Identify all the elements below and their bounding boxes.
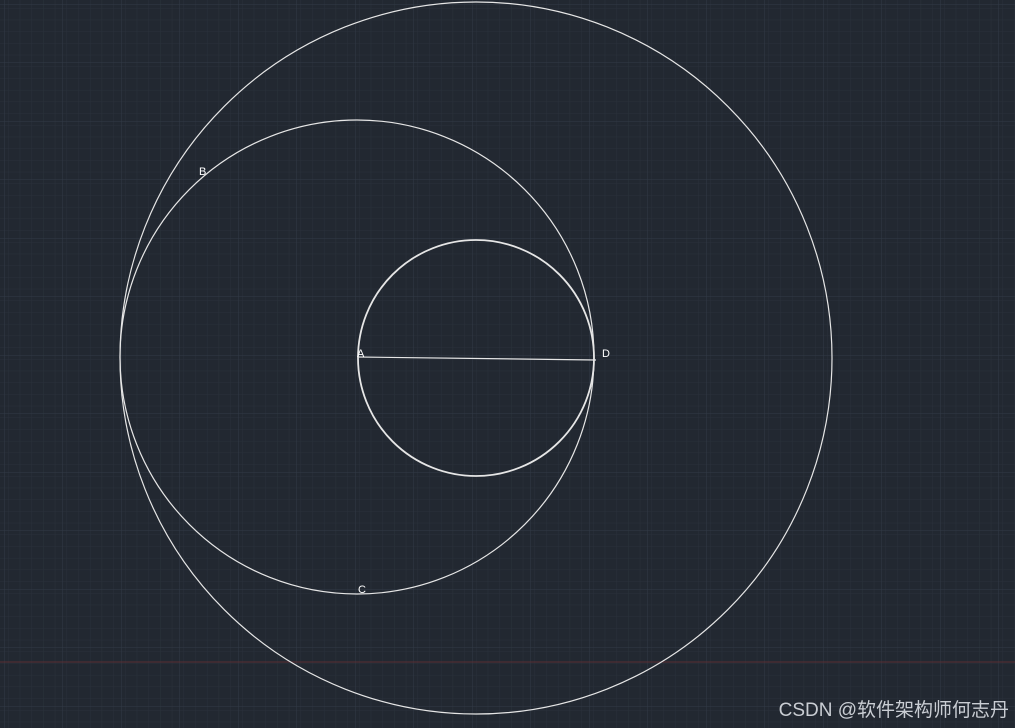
point-label-c: C	[358, 584, 366, 596]
point-label-a: A	[357, 348, 365, 360]
point-label-d: D	[602, 348, 610, 360]
grid	[0, 0, 1015, 728]
watermark-text: CSDN @软件架构师何志丹	[778, 700, 1009, 721]
cad-drawing-canvas: A B C D	[0, 0, 1015, 728]
point-label-b: B	[199, 166, 206, 178]
